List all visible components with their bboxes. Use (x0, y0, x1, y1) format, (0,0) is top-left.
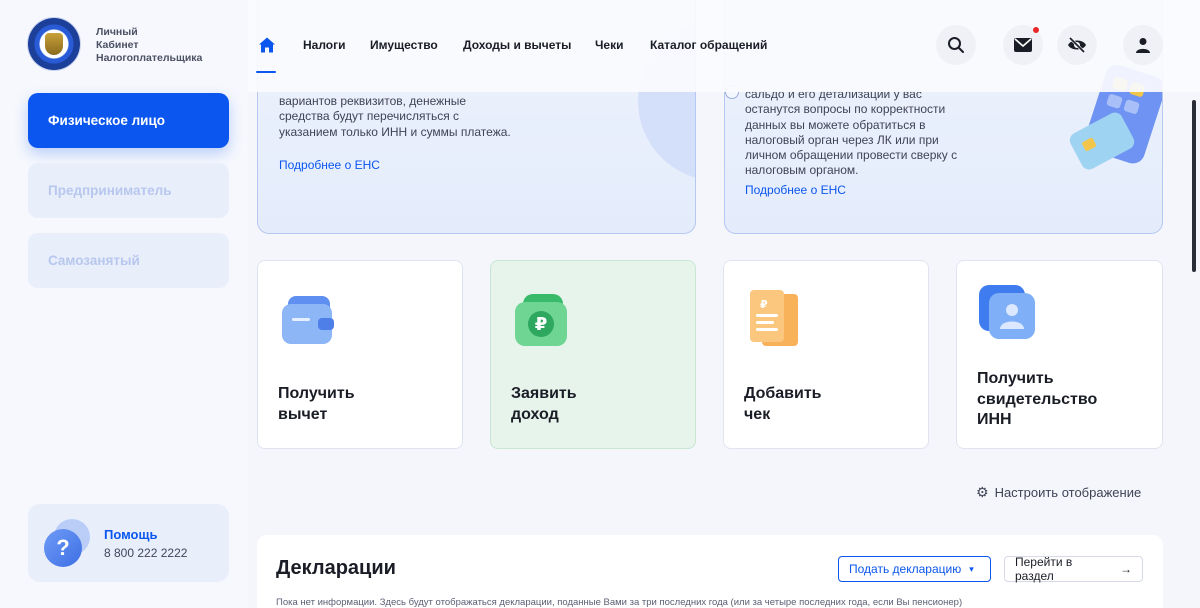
question-icon: ? (42, 513, 102, 573)
action-label: Получить (977, 370, 1054, 387)
home-icon[interactable] (258, 36, 276, 54)
declarations-empty-note: Пока нет информации. Здесь будут отображ… (276, 597, 963, 608)
help-title[interactable]: Помощь (104, 527, 187, 542)
profile-button[interactable] (1123, 25, 1163, 65)
action-label: Получить (278, 385, 355, 402)
sidebar: Личный Кабинет Налогоплательщика Физичес… (0, 0, 248, 608)
search-button[interactable] (936, 25, 976, 65)
customize-display-label: Настроить отображение (994, 485, 1142, 500)
nav-property[interactable]: Имущество (370, 38, 438, 52)
get-inn-certificate-card[interactable]: Получить свидетельство ИНН (956, 260, 1163, 449)
ruble-wallet-icon: ₽ (515, 294, 567, 346)
ens-more-link[interactable]: Подробнее о ЕНС (745, 183, 846, 197)
sidebar-item-individual[interactable]: Физическое лицо (28, 93, 229, 148)
sidebar-item-self-employed[interactable]: Самозанятый (28, 233, 229, 288)
customize-display-button[interactable]: ⚙ Настроить отображение (976, 484, 1141, 501)
declarations-title: Декларации (276, 557, 396, 579)
help-phone[interactable]: 8 800 222 2222 (104, 546, 187, 560)
notification-dot (1033, 27, 1039, 33)
declare-income-card[interactable]: ₽ Заявить доход (490, 260, 696, 449)
nav-income-deductions[interactable]: Доходы и вычеты (463, 38, 571, 52)
top-navigation: Налоги Имущество Доходы и вычеты Чеки Ка… (248, 0, 1200, 92)
action-label: доход (511, 405, 559, 423)
svg-text:₽: ₽ (535, 314, 548, 335)
chevron-down-icon: ▾ (969, 563, 974, 574)
messages-button[interactable] (1003, 25, 1043, 65)
go-to-section-button[interactable]: Перейти в раздел → (1004, 555, 1143, 583)
gear-icon: ⚙ (976, 484, 989, 500)
logo-caption: Личный Кабинет Налогоплательщика (96, 26, 203, 64)
fns-emblem-icon (28, 18, 80, 70)
action-label: ИНН (977, 411, 1012, 428)
action-label: вычет (278, 405, 328, 423)
arrow-right-icon: → (1120, 562, 1132, 576)
eye-off-icon (1068, 37, 1086, 53)
help-widget[interactable]: ? Помощь 8 800 222 2222 (28, 504, 229, 582)
home-active-indicator (256, 71, 276, 73)
ens-info-text: вариантов реквизитов, денежные средства … (279, 94, 511, 139)
action-label: Заявить (511, 385, 577, 402)
action-label: чек (744, 405, 771, 423)
add-receipt-card[interactable]: ₽ Добавить чек (723, 260, 929, 449)
sidebar-item-entrepreneur[interactable]: Предприниматель (28, 163, 229, 218)
submit-declaration-button[interactable]: Подать декларацию ▾ (838, 556, 991, 582)
declarations-section: Декларации Подать декларацию ▾ Перейти в… (257, 535, 1163, 608)
id-card-icon (979, 285, 1035, 339)
search-icon (948, 37, 964, 53)
receipt-icon: ₽ (750, 290, 798, 346)
page-scrollbar[interactable] (1192, 100, 1196, 272)
wallet-icon (282, 296, 334, 344)
mail-icon (1014, 38, 1032, 52)
svg-text:₽: ₽ (760, 298, 768, 311)
go-to-section-label: Перейти в раздел (1015, 555, 1073, 583)
fns-logo[interactable]: Личный Кабинет Налогоплательщика (28, 18, 216, 70)
user-icon (1136, 38, 1150, 53)
ens-more-link[interactable]: Подробнее о ЕНС (279, 158, 380, 172)
visually-impaired-button[interactable] (1057, 25, 1097, 65)
nav-receipts[interactable]: Чеки (595, 38, 624, 52)
ens-info-text: сальдо и его детализации у вас останутся… (745, 87, 958, 178)
nav-taxes[interactable]: Налоги (303, 38, 346, 52)
get-deduction-card[interactable]: Получить вычет (257, 260, 463, 449)
action-label: Добавить (744, 385, 822, 402)
submit-declaration-label: Подать декларацию (849, 562, 962, 576)
nav-requests-catalog[interactable]: Каталог обращений (650, 38, 767, 52)
action-label: свидетельство (977, 390, 1098, 408)
